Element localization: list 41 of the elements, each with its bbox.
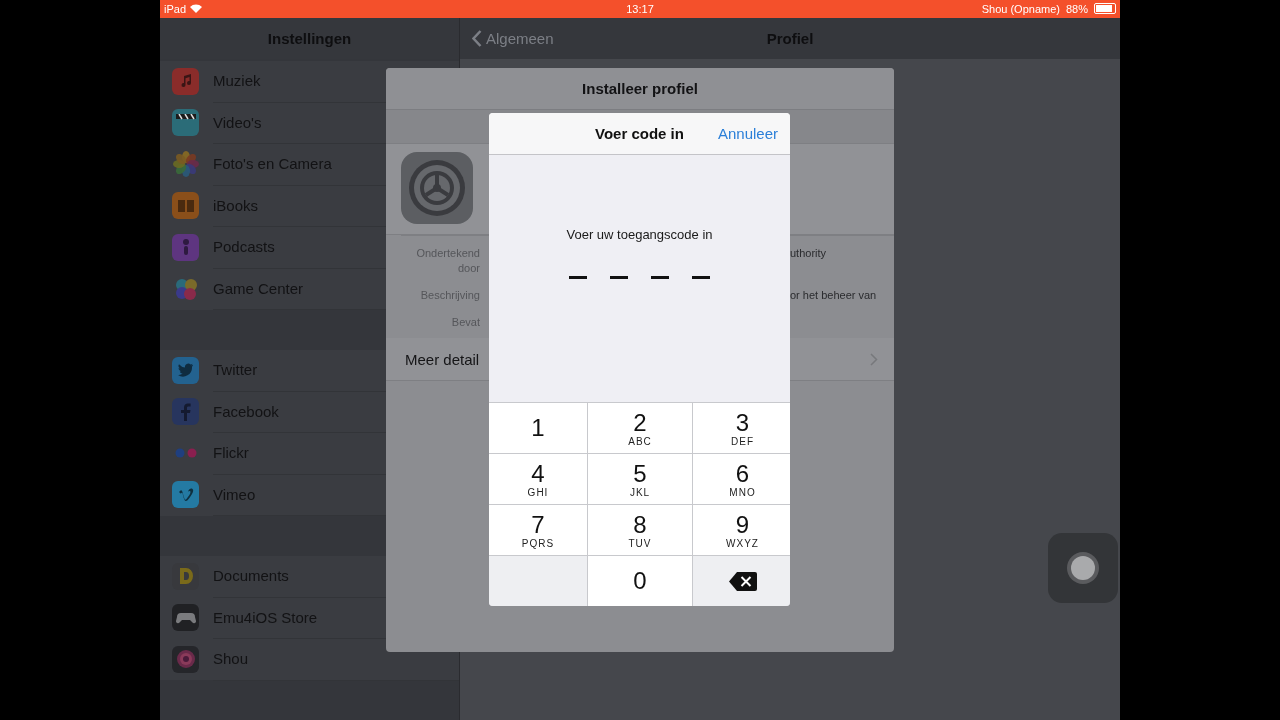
chevron-icon [870,352,878,366]
keypad-key[interactable]: 9 WXYZ [693,505,790,555]
wifi-icon [190,4,203,14]
gamepad-icon [172,604,199,632]
keypad-key[interactable]: 5 JKL [588,454,692,504]
delete-key[interactable] [693,556,790,606]
backspace-icon [728,571,757,591]
bird-icon [172,356,199,384]
keypad-key[interactable]: 0 [588,556,692,606]
music-note-icon [172,67,199,95]
battery-percent: 88% [1065,2,1088,15]
flower-icon [172,150,199,178]
chevron-left-icon [472,29,482,47]
letter-d-icon [172,562,199,590]
letter-f-icon [172,398,199,426]
device-name: iPad [164,2,187,15]
circle-icon [1066,551,1100,585]
keypad-key[interactable]: 2 ABC [588,403,692,453]
keypad-key[interactable]: 6 MNO [693,454,790,504]
book-icon [172,192,199,220]
info-value: or het beheer van [790,288,878,303]
battery-icon [1094,3,1116,15]
keypad-key[interactable]: 3 DEF [693,403,790,453]
target-icon [172,645,199,673]
keypad-key[interactable]: 4 GHI [489,454,587,504]
status-time: 13:17 [626,2,654,15]
back-button[interactable]: Algemeen [472,29,554,47]
recording-status: Shou (Opname) [981,2,1060,15]
clapperboard-icon [172,109,199,137]
letter-v-icon [172,481,199,509]
microphone-icon [172,233,199,261]
cancel-button[interactable]: Annuleer [717,125,778,142]
assistive-touch-button[interactable] [1048,533,1118,603]
keypad-key[interactable]: 1 [489,403,587,453]
passcode-prompt: Voer uw toegangscode in [566,227,713,242]
info-value: uthority [790,246,828,261]
dialog-title: Voer code in [595,125,684,142]
keypad-key[interactable]: 7 PQRS [489,505,587,555]
keypad-key[interactable]: 8 TUV [588,505,692,555]
gear-icon [401,152,473,224]
sheet-title: Installeer profiel [582,80,698,97]
